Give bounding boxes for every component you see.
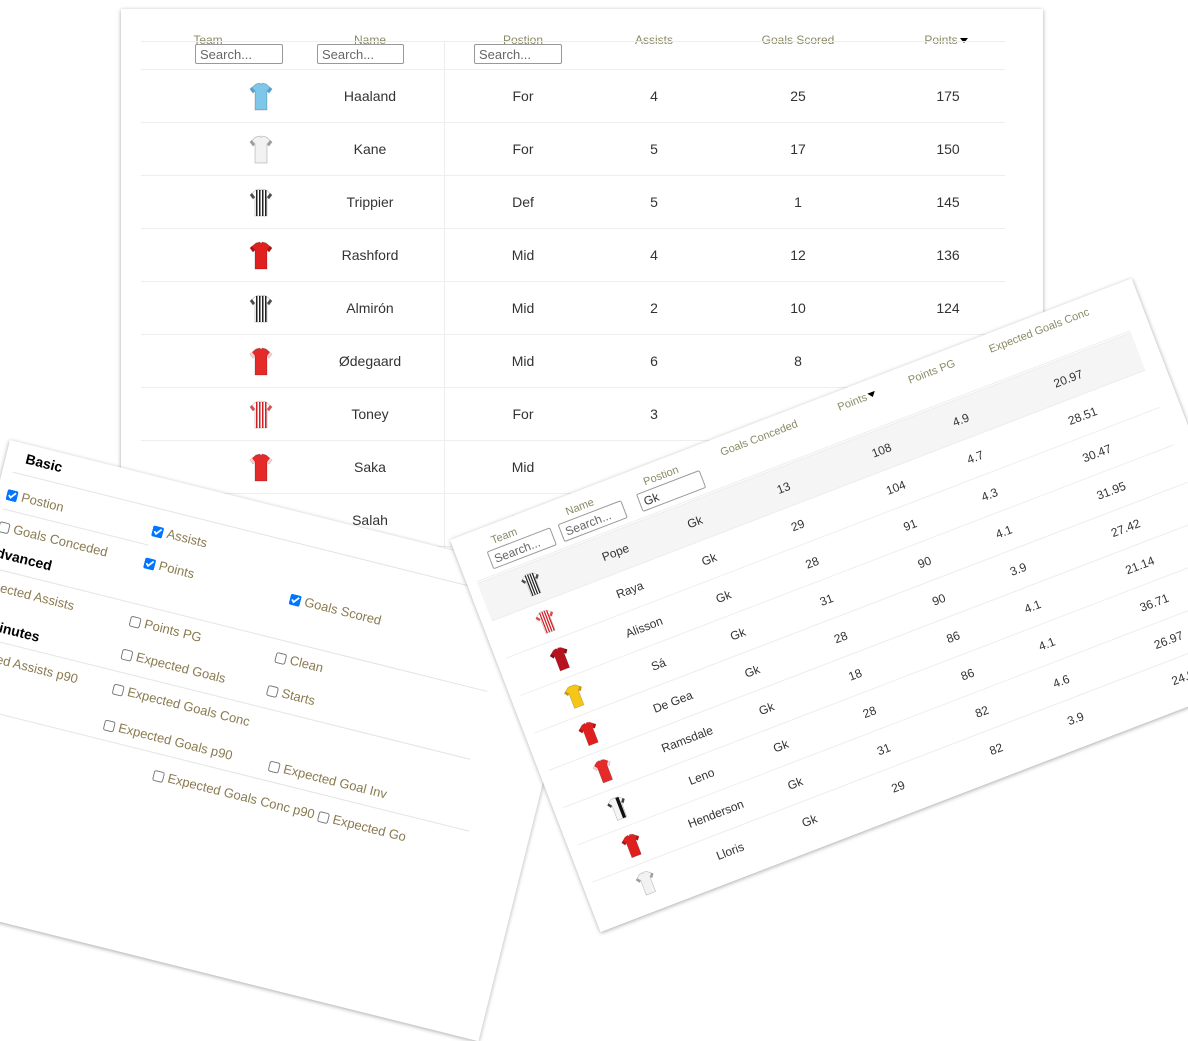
- option-expected-assists-p90[interactable]: Expected Assists p90: [0, 642, 80, 686]
- player-points: 124: [936, 300, 960, 316]
- player-position: Mid: [511, 353, 535, 369]
- team-shirt-icon: [241, 176, 281, 229]
- starts-checkbox[interactable]: [265, 684, 280, 699]
- divider: [0, 633, 471, 760]
- player-points: 145: [936, 194, 960, 210]
- team-shirt-icon: [241, 441, 281, 494]
- expected-go-checkbox[interactable]: [316, 810, 331, 825]
- goals-conceded-checkbox[interactable]: [0, 521, 11, 535]
- table-row[interactable]: Almirón Mid 2 10 124: [141, 281, 1005, 335]
- player-goals: 1: [794, 194, 802, 210]
- player-goals: 10: [790, 300, 806, 316]
- player-position: Mid: [511, 459, 535, 475]
- team-search-input[interactable]: [195, 44, 283, 64]
- expected-goal-inv-checkbox[interactable]: [267, 760, 281, 774]
- team-shirt-icon: [241, 70, 281, 123]
- player-goals: 17: [790, 141, 806, 157]
- player-name: Toney: [351, 406, 389, 422]
- player-position: Def: [512, 194, 534, 210]
- option-expected-go[interactable]: Expected Go: [316, 808, 408, 844]
- team-shirt-icon: [241, 229, 281, 282]
- player-goals: 12: [790, 247, 806, 263]
- p90-section-title: 90 Minutes: [0, 612, 42, 645]
- player-position: Mid: [511, 247, 535, 263]
- player-goals: 8: [794, 353, 802, 369]
- player-position: Mid: [511, 300, 535, 316]
- player-position: For: [512, 141, 534, 157]
- table-row[interactable]: Trippier Def 5 1 145: [141, 175, 1005, 229]
- player-goals: 25: [790, 88, 806, 104]
- player-position: For: [512, 88, 534, 104]
- assists-checkbox[interactable]: [150, 525, 165, 539]
- team-shirt-icon: [241, 335, 281, 388]
- player-points: 150: [936, 141, 960, 157]
- team-shirt-icon: [626, 859, 668, 907]
- player-assists: 6: [650, 353, 658, 369]
- expected-goals-checkbox[interactable]: [120, 648, 134, 662]
- table-row[interactable]: Haaland For 4 25 175: [141, 69, 1005, 123]
- player-name: Ødegaard: [338, 353, 402, 369]
- player-points: 175: [936, 88, 960, 104]
- player-assists: 4: [650, 88, 658, 104]
- name-search-input[interactable]: [317, 44, 404, 64]
- header-divider: [141, 41, 1005, 42]
- player-assists: 4: [650, 247, 658, 263]
- points-pg-checkbox[interactable]: [128, 615, 142, 629]
- points-header-label: Points: [836, 391, 869, 414]
- expected-goals-p90-checkbox[interactable]: [102, 719, 116, 733]
- goals-scored-column-header[interactable]: Goals Scored: [745, 33, 851, 47]
- option-goals-scored[interactable]: Goals Scored: [288, 591, 383, 628]
- position-search-input[interactable]: [474, 44, 562, 64]
- player-position: For: [512, 406, 534, 422]
- goals-scored-checkbox[interactable]: [288, 593, 302, 607]
- player-name: Saka: [354, 459, 386, 475]
- player-name: Haaland: [343, 88, 397, 104]
- points-header-label: Points: [924, 33, 958, 47]
- player-assists: 5: [650, 141, 658, 157]
- option-expected-assists[interactable]: Expected Assists: [0, 575, 76, 613]
- player-assists: 2: [650, 300, 658, 316]
- player-assists: 3: [650, 406, 658, 422]
- option-clean[interactable]: Clean: [274, 649, 325, 675]
- player-name: Trippier: [346, 194, 394, 210]
- option-expected-goals[interactable]: Expected Goals: [120, 646, 227, 686]
- player-assists: 5: [650, 194, 658, 210]
- player-name: Kane: [353, 141, 387, 157]
- advanced-section-title: Advanced: [0, 541, 54, 574]
- table-row[interactable]: Kane For 5 17 150: [141, 122, 1005, 176]
- team-shirt-icon: [241, 388, 281, 441]
- team-shirt-icon: [241, 282, 281, 335]
- player-name: Almirón: [346, 300, 394, 316]
- points-column-header[interactable]: Points: [911, 33, 981, 47]
- option-starts[interactable]: Starts: [265, 682, 317, 708]
- team-shirt-icon: [241, 123, 281, 176]
- player-name: Rashford: [341, 247, 399, 263]
- sort-desc-icon: [867, 390, 877, 399]
- position-checkbox[interactable]: [5, 488, 19, 503]
- player-points: 136: [936, 247, 960, 263]
- clean-checkbox[interactable]: [274, 651, 288, 666]
- option-points[interactable]: Points: [142, 554, 196, 581]
- assists-column-header[interactable]: Assists: [621, 33, 687, 47]
- expected-goals-conc-p90-checkbox[interactable]: [151, 769, 166, 784]
- option-assists[interactable]: Assists: [150, 522, 209, 551]
- basic-section-title: Basic: [24, 450, 65, 476]
- points-checkbox[interactable]: [142, 557, 157, 571]
- expected-goals-conc-checkbox[interactable]: [111, 683, 125, 697]
- table-row[interactable]: Rashford Mid 4 12 136: [141, 228, 1005, 282]
